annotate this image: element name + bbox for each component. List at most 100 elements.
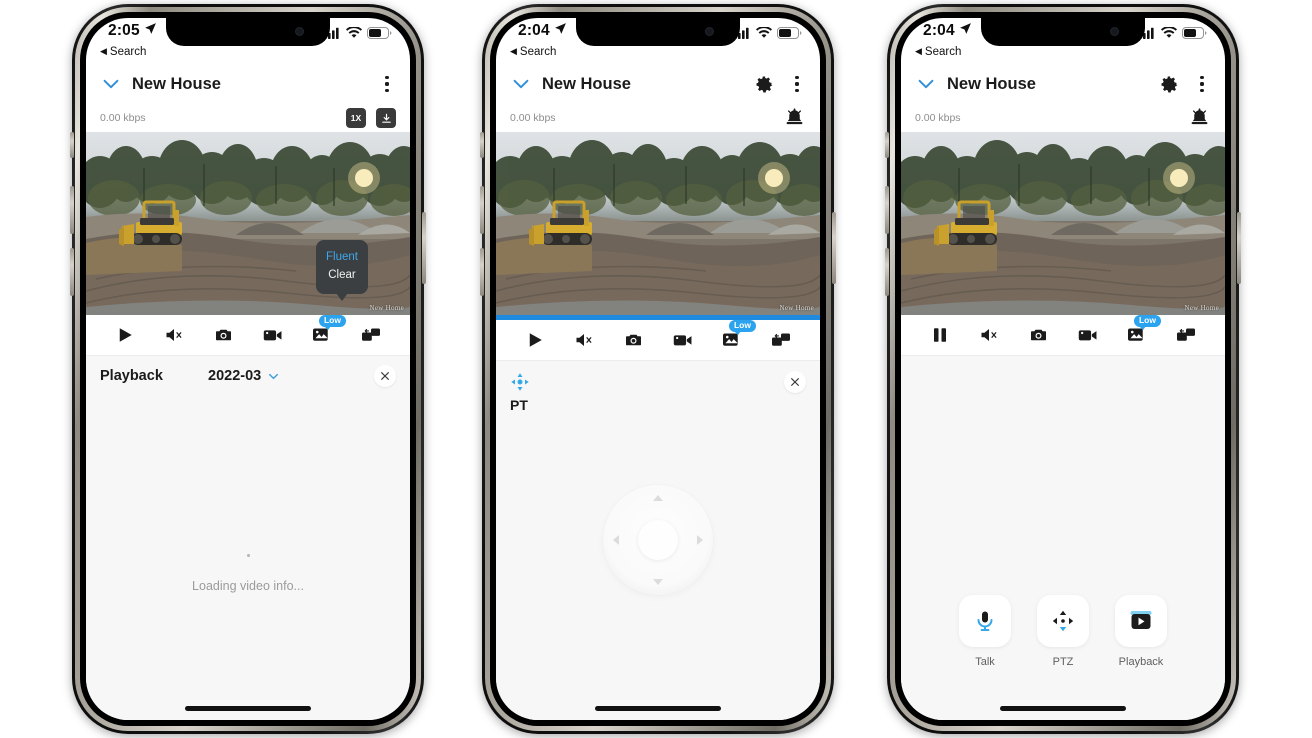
phone-2-screen: 2:04 ◀ Search New House 0.00 kbps New Ho… <box>496 18 820 720</box>
battery-icon <box>367 26 392 44</box>
arrow-left-icon[interactable] <box>613 535 619 545</box>
home-indicator[interactable] <box>185 706 311 711</box>
volume-down-button[interactable] <box>885 248 889 296</box>
stream-option-clear[interactable]: Clear <box>316 266 368 284</box>
status-indicators <box>1139 22 1207 44</box>
back-triangle-icon: ◀ <box>915 45 922 56</box>
volume-up-button[interactable] <box>480 186 484 234</box>
four-arrows-icon <box>1052 610 1074 632</box>
alarm-bell-icon[interactable] <box>1189 107 1211 129</box>
kebab-menu-icon[interactable] <box>788 74 806 94</box>
back-triangle-icon: ◀ <box>100 45 107 56</box>
volume-down-button[interactable] <box>480 248 484 296</box>
arrow-down-icon[interactable] <box>653 579 663 585</box>
play-button[interactable] <box>110 320 140 350</box>
front-camera-icon <box>1110 27 1119 36</box>
action-button-row: Talk PTZ Playback <box>901 595 1225 668</box>
record-button[interactable] <box>668 325 698 355</box>
bulldozer-graphic <box>119 200 182 246</box>
power-button[interactable] <box>422 212 426 284</box>
mute-button[interactable] <box>569 325 599 355</box>
volume-up-button[interactable] <box>885 186 889 234</box>
volume-down-button[interactable] <box>70 248 74 296</box>
gear-icon[interactable] <box>1159 74 1179 94</box>
power-button[interactable] <box>832 212 836 284</box>
arrow-right-icon[interactable] <box>697 535 703 545</box>
chevron-down-icon[interactable] <box>915 73 937 95</box>
quality-button[interactable]: Low <box>717 320 756 355</box>
dpad[interactable] <box>603 485 713 595</box>
video-preview[interactable]: Fluent Clear New Home <box>86 132 410 315</box>
multiview-button[interactable] <box>1171 320 1201 350</box>
playback-date-selector[interactable]: 2022-03 <box>208 368 374 384</box>
talk-label: Talk <box>975 656 995 668</box>
multiview-button[interactable] <box>766 325 796 355</box>
close-button[interactable] <box>784 371 806 393</box>
home-indicator[interactable] <box>595 706 721 711</box>
page-title: New House <box>947 74 1036 93</box>
dpad-control[interactable] <box>603 485 713 595</box>
location-arrow-icon <box>554 22 567 40</box>
volume-up-button[interactable] <box>70 186 74 234</box>
bitrate-label: 0.00 kbps <box>510 112 556 124</box>
mute-button[interactable] <box>159 320 189 350</box>
play-button[interactable] <box>520 325 550 355</box>
wifi-icon <box>756 26 772 44</box>
chevron-down-icon[interactable] <box>100 73 122 95</box>
snapshot-button[interactable] <box>208 320 238 350</box>
dpad-center-button[interactable] <box>638 520 678 560</box>
playback-label: Playback <box>1118 656 1164 668</box>
quality-badge: Low <box>1133 315 1161 329</box>
ptz-button[interactable]: PTZ <box>1037 595 1089 668</box>
pan-tilt-icon[interactable] <box>510 372 530 392</box>
status-time-group: 2:04 <box>518 22 567 40</box>
phone-1: 2:05 ◀ Search New House 0.00 kbps 1X Flu… <box>70 4 426 734</box>
arrow-up-icon[interactable] <box>653 495 663 501</box>
video-preview[interactable]: New Home <box>496 132 820 315</box>
ptz-panel: PT <box>496 361 820 720</box>
snapshot-button[interactable] <box>618 325 648 355</box>
playback-tile[interactable] <box>1115 595 1167 647</box>
ptz-tile[interactable] <box>1037 595 1089 647</box>
video-watermark: New Home <box>779 304 814 312</box>
status-time-group: 2:05 <box>108 22 157 40</box>
close-button[interactable] <box>374 365 396 387</box>
stream-quality-popup[interactable]: Fluent Clear <box>316 240 368 301</box>
record-button[interactable] <box>1073 320 1103 350</box>
stream-option-fluent[interactable]: Fluent <box>316 248 368 266</box>
kebab-menu-icon[interactable] <box>1193 74 1211 94</box>
alarm-bell-icon[interactable] <box>784 107 806 129</box>
mute-switch[interactable] <box>480 132 484 158</box>
playback-button[interactable]: Playback <box>1115 595 1167 668</box>
bitrate-row: 0.00 kbps <box>901 104 1225 132</box>
chevron-down-icon[interactable] <box>510 73 532 95</box>
kebab-menu-icon[interactable] <box>378 74 396 94</box>
speed-button[interactable]: 1X <box>346 108 366 128</box>
close-icon <box>791 378 799 386</box>
mute-button[interactable] <box>974 320 1004 350</box>
bitrate-row: 0.00 kbps 1X <box>86 104 410 132</box>
status-time: 2:04 <box>923 22 955 39</box>
phone-1-screen: 2:05 ◀ Search New House 0.00 kbps 1X Flu… <box>86 18 410 720</box>
pause-button[interactable] <box>925 320 955 350</box>
mute-switch[interactable] <box>70 132 74 158</box>
video-watermark: New Home <box>369 304 404 312</box>
back-triangle-icon: ◀ <box>510 45 517 56</box>
power-button[interactable] <box>1237 212 1241 284</box>
mute-switch[interactable] <box>885 132 889 158</box>
quality-button[interactable]: Low <box>1122 315 1161 350</box>
talk-button[interactable]: Talk <box>959 595 1011 668</box>
talk-tile[interactable] <box>959 595 1011 647</box>
quality-button[interactable]: Low <box>307 315 346 350</box>
video-preview[interactable]: New Home <box>901 132 1225 315</box>
home-indicator[interactable] <box>1000 706 1126 711</box>
record-button[interactable] <box>258 320 288 350</box>
location-arrow-icon <box>144 22 157 40</box>
gear-icon[interactable] <box>754 74 774 94</box>
loading-text: Loading video info... <box>192 579 304 593</box>
download-button[interactable] <box>376 108 396 128</box>
close-icon <box>381 372 389 380</box>
front-camera-icon <box>705 27 714 36</box>
snapshot-button[interactable] <box>1023 320 1053 350</box>
multiview-button[interactable] <box>356 320 386 350</box>
